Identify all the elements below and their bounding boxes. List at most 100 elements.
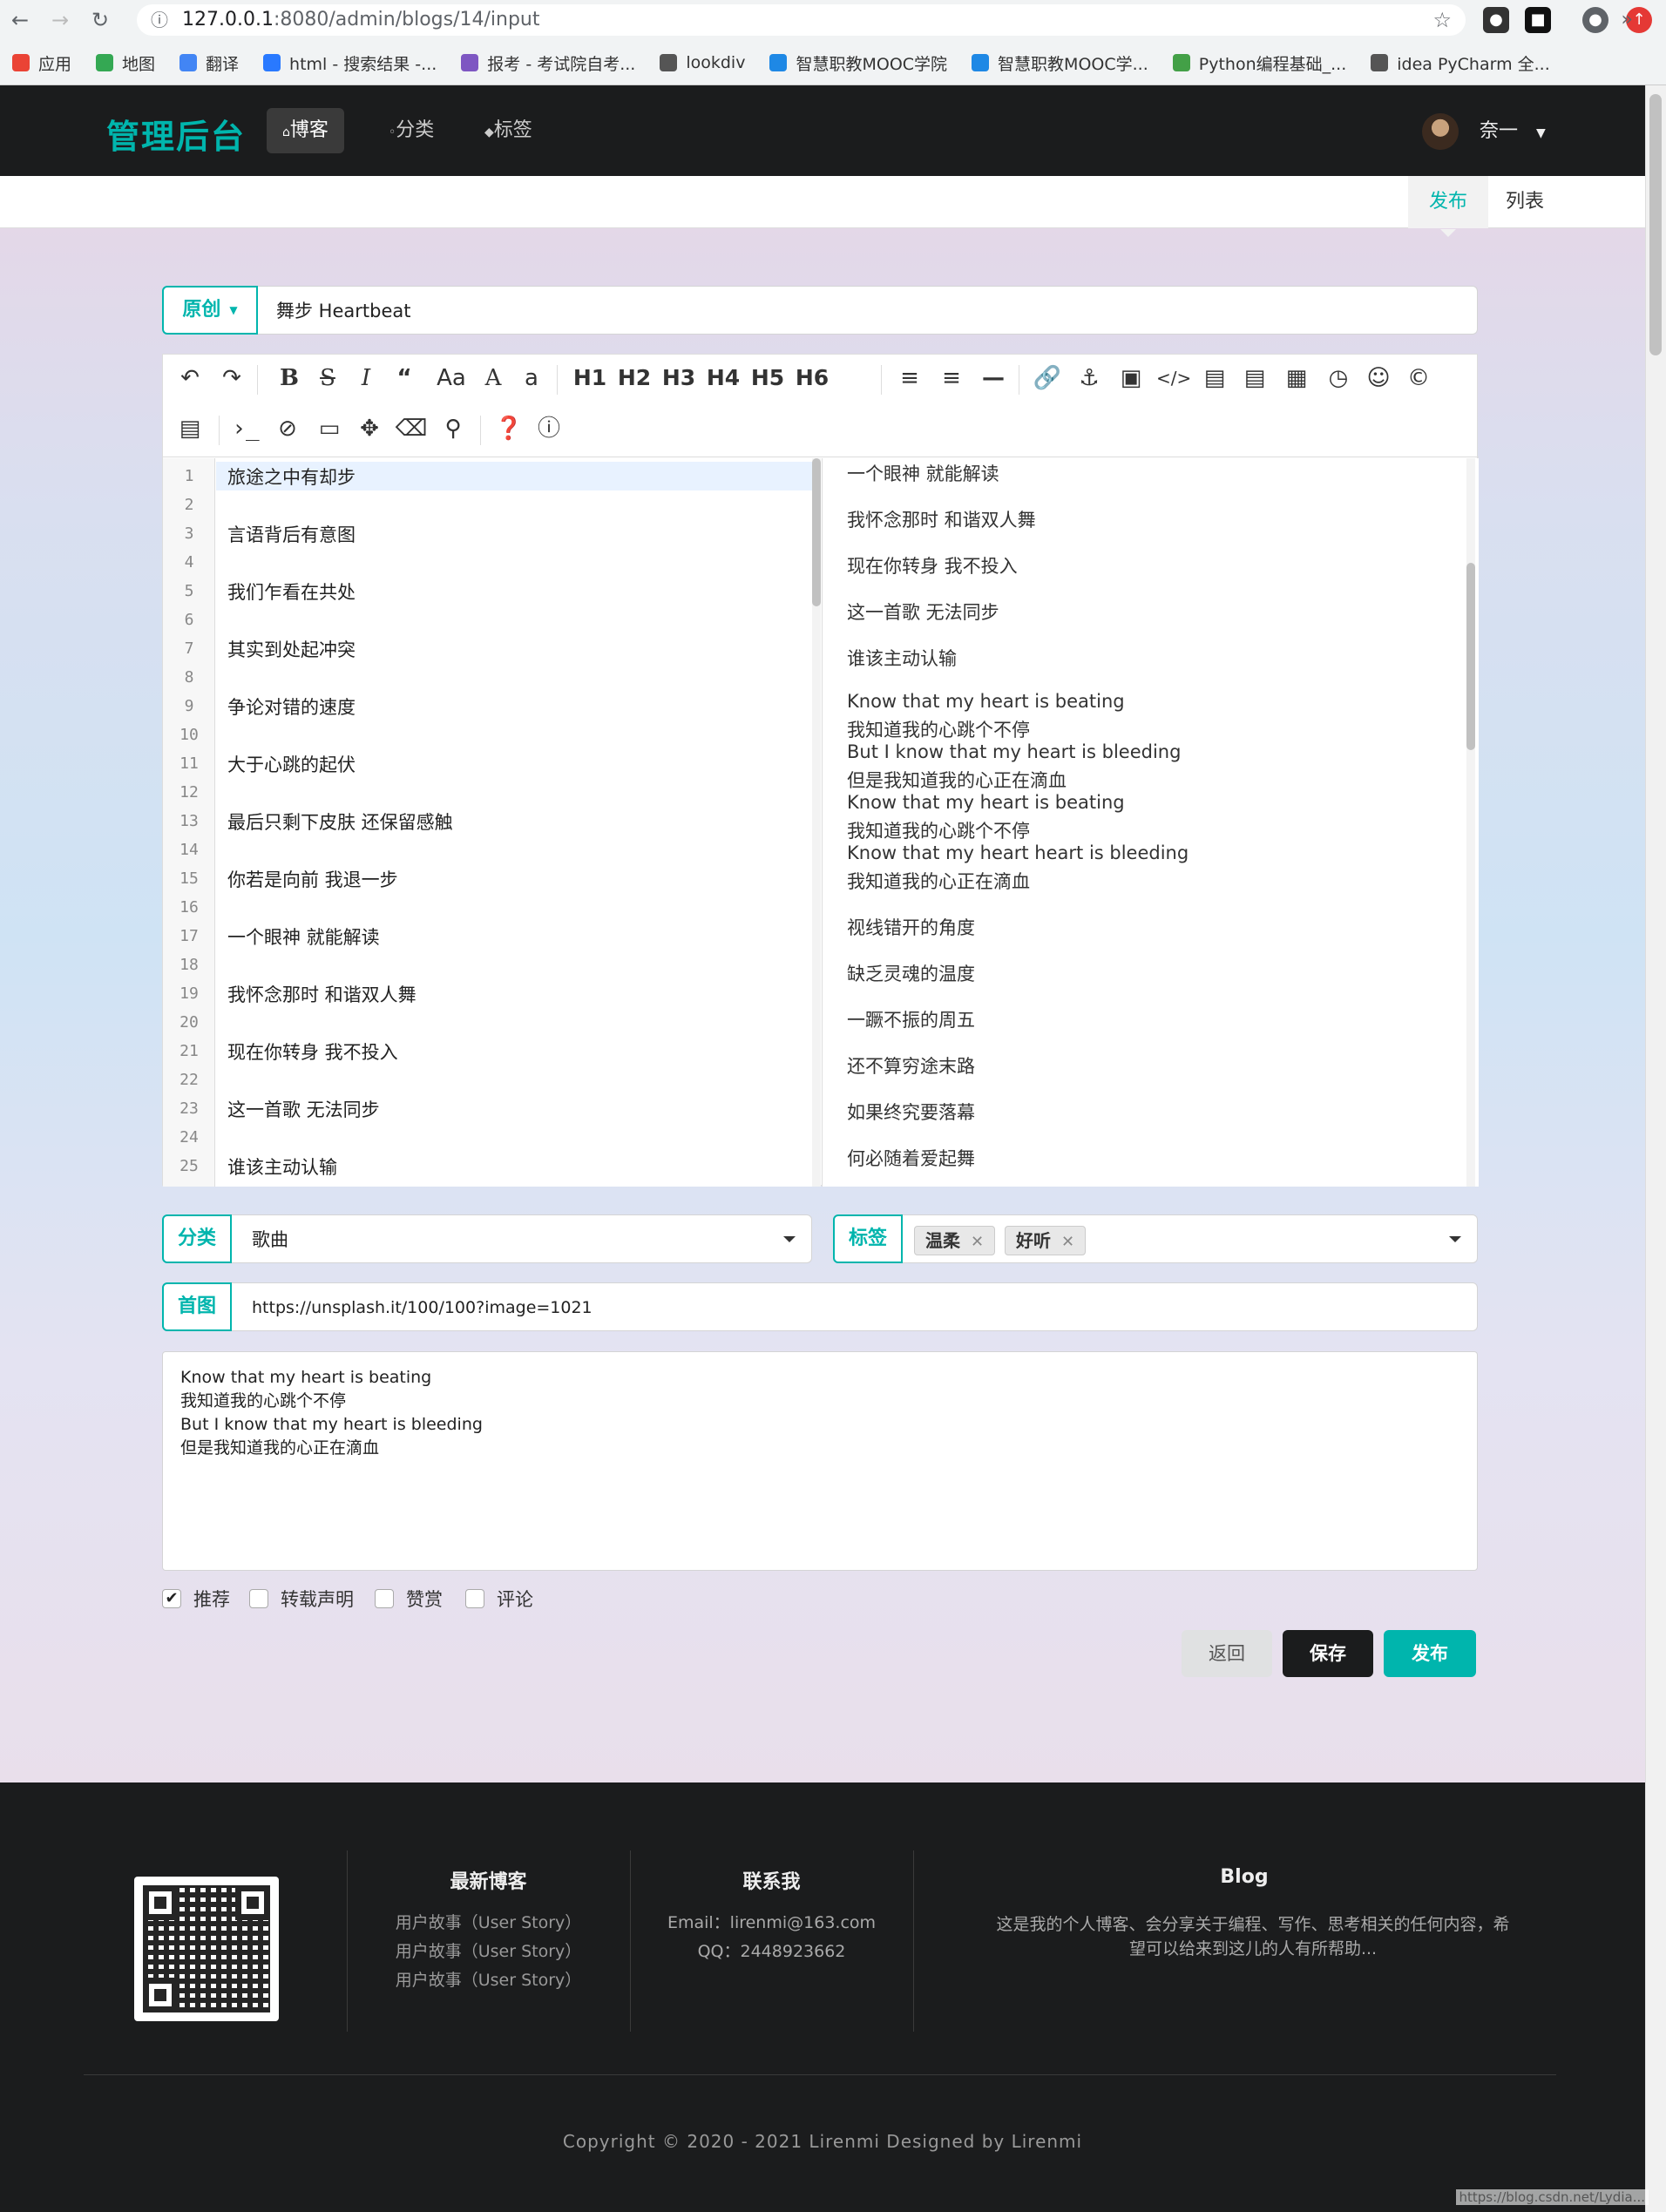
- remove-tag-icon[interactable]: ✕: [1061, 1233, 1074, 1251]
- nav-tags[interactable]: ◆标签: [469, 108, 548, 153]
- tab-list[interactable]: 列表: [1485, 176, 1565, 228]
- strikethrough-icon[interactable]: S: [311, 362, 344, 395]
- code-scroll-thumb[interactable]: [812, 458, 821, 606]
- heading-1-button[interactable]: H1: [571, 362, 609, 395]
- page-scrollbar[interactable]: [1645, 85, 1666, 2212]
- profile-icon[interactable]: ●: [1582, 7, 1608, 33]
- redo-icon[interactable]: ↷: [215, 362, 248, 395]
- bookmark-item[interactable]: 翻译: [179, 51, 239, 75]
- comment-checkbox[interactable]: 评论: [465, 1586, 533, 1612]
- undo-icon[interactable]: ↶: [173, 362, 207, 395]
- heading-3-button[interactable]: H3: [660, 362, 698, 395]
- evernote-extension-icon[interactable]: ●: [1483, 7, 1509, 33]
- bookmarks-overflow-icon[interactable]: »: [1622, 9, 1633, 30]
- preview-line: Know that my heart heart is bleeding: [847, 842, 1189, 863]
- heading-4-button[interactable]: H4: [704, 362, 742, 395]
- title-input[interactable]: 舞步 Heartbeat: [276, 287, 410, 335]
- tag-chip[interactable]: 温柔 ✕: [914, 1226, 996, 1255]
- quote-icon[interactable]: “: [388, 362, 421, 395]
- info-icon[interactable]: ⓘ: [532, 412, 565, 445]
- appreciate-checkbox[interactable]: 赞赏: [375, 1586, 443, 1612]
- line-number: 6: [184, 611, 194, 629]
- type-dropdown[interactable]: 原创 ▼: [162, 286, 258, 335]
- bookmark-star-icon[interactable]: ☆: [1432, 4, 1452, 36]
- recommend-checkbox[interactable]: ✔ 推荐: [162, 1586, 230, 1612]
- uppercase-icon[interactable]: Aa: [430, 362, 473, 395]
- code-preformatted-icon[interactable]: ▤: [1238, 362, 1271, 395]
- lowercase-icon[interactable]: a: [515, 362, 548, 395]
- bookmark-item[interactable]: 应用: [12, 51, 71, 75]
- code-pane[interactable]: 1 2 3 4 5 6 7 8 9 10 11 12 13 14 15 16 17 18 19 20 21 22 23 24 2…: [163, 458, 821, 1187]
- nav-blog[interactable]: ⌂博客: [267, 108, 344, 153]
- code-icon[interactable]: </>: [1156, 362, 1191, 395]
- save-button[interactable]: 保存: [1283, 1630, 1373, 1677]
- back-button[interactable]: 返回: [1182, 1630, 1272, 1677]
- anchor-icon[interactable]: ⚓: [1073, 362, 1106, 395]
- top-navbar: 管理后台 ⌂博客 ◦分类 ◆标签 奈一 ▼: [0, 85, 1645, 176]
- heading-6-button[interactable]: H6: [793, 362, 831, 395]
- clear-icon[interactable]: ⌫: [395, 412, 428, 445]
- forward-arrow-icon[interactable]: →: [47, 7, 73, 33]
- bookmark-item[interactable]: 报考 - 考试院自考...: [461, 51, 635, 75]
- horizontal-rule-icon[interactable]: —: [977, 362, 1010, 395]
- checkbox-label: 评论: [497, 1589, 533, 1610]
- html-entities-icon[interactable]: ©: [1402, 362, 1435, 395]
- tag-icon: ◆: [484, 125, 494, 139]
- description-textarea[interactable]: Know that my heart is beating 我知道我的心跳个不停…: [162, 1351, 1478, 1571]
- nav-category[interactable]: ◦分类: [373, 108, 450, 153]
- bookmark-item[interactable]: Python编程基础_...: [1172, 51, 1346, 75]
- cover-url-input[interactable]: https://unsplash.it/100/100?image=1021: [252, 1283, 593, 1332]
- pagebreak-icon[interactable]: ▤: [173, 412, 207, 445]
- bookmark-item[interactable]: 智慧职教MOOC学...: [972, 51, 1148, 75]
- bold-icon[interactable]: B: [273, 362, 306, 395]
- extension-icon[interactable]: ■: [1525, 7, 1551, 33]
- goto-line-icon[interactable]: ›_: [229, 412, 262, 445]
- brand-logo[interactable]: 管理后台: [106, 110, 246, 158]
- help-icon[interactable]: ❓: [492, 412, 525, 445]
- user-menu[interactable]: 奈一 ▼: [1480, 115, 1546, 143]
- line-gutter: 1 2 3 4 5 6 7 8 9 10 11 12 13 14 15 16 17 18 19 20 21 22 23 24 2…: [163, 458, 215, 1187]
- back-arrow-icon[interactable]: ←: [7, 7, 33, 33]
- heading-2-button[interactable]: H2: [615, 362, 654, 395]
- unordered-list-icon[interactable]: ≡: [893, 362, 926, 395]
- code-line: 我怀念那时 和谐双人舞: [227, 984, 416, 1005]
- avatar[interactable]: [1422, 113, 1459, 150]
- clock-icon[interactable]: ◷: [1322, 362, 1355, 395]
- category-field[interactable]: 分类 歌曲: [162, 1214, 812, 1263]
- tags-label: 标签: [833, 1214, 903, 1263]
- code-block-icon[interactable]: ▤: [1198, 362, 1231, 395]
- heading-5-button[interactable]: H5: [748, 362, 787, 395]
- preview-scroll-thumb[interactable]: [1466, 563, 1475, 750]
- image-icon[interactable]: ▣: [1114, 362, 1148, 395]
- repost-statement-checkbox[interactable]: 转载声明: [249, 1586, 354, 1612]
- italic-icon[interactable]: I: [349, 362, 383, 395]
- publish-button[interactable]: 发布: [1384, 1630, 1476, 1677]
- remove-tag-icon[interactable]: ✕: [971, 1233, 984, 1251]
- font-size-up-icon[interactable]: A: [477, 362, 510, 395]
- bookmark-item[interactable]: lookdiv: [660, 53, 745, 72]
- code-line: 谁该主动认输: [227, 1157, 337, 1178]
- address-bar[interactable]: ⓘ 127.0.0.1:8080/admin/blogs/14/input ☆: [137, 4, 1466, 36]
- preview-icon[interactable]: ▭: [313, 412, 346, 445]
- bookmark-item[interactable]: 地图: [96, 51, 155, 75]
- footer-latest-link[interactable]: 用户故事（User Story）: [347, 1967, 630, 1991]
- info-icon[interactable]: ⓘ: [151, 4, 168, 36]
- page-scroll-thumb[interactable]: [1649, 94, 1662, 355]
- tab-publish[interactable]: 发布: [1408, 176, 1489, 237]
- bookmark-item[interactable]: html - 搜索结果 -...: [263, 51, 437, 75]
- watch-icon[interactable]: ⊘: [271, 412, 304, 445]
- bookmark-item[interactable]: 智慧职教MOOC学院: [769, 51, 947, 75]
- emoji-icon[interactable]: ☺: [1362, 362, 1395, 395]
- reload-icon[interactable]: ↻: [87, 7, 113, 33]
- footer-latest-link[interactable]: 用户故事（User Story）: [347, 1938, 630, 1962]
- search-icon[interactable]: ⚲: [437, 412, 470, 445]
- table-icon[interactable]: ▦: [1280, 362, 1313, 395]
- tags-field[interactable]: 标签 温柔 ✕ 好听 ✕: [833, 1214, 1478, 1263]
- nav-category-label: 分类: [396, 119, 435, 141]
- ordered-list-icon[interactable]: ≡: [935, 362, 968, 395]
- bookmark-item[interactable]: idea PyCharm 全...: [1371, 51, 1550, 75]
- tag-chip[interactable]: 好听 ✕: [1005, 1226, 1087, 1255]
- footer-latest-link[interactable]: 用户故事（User Story）: [347, 1910, 630, 1933]
- fullscreen-icon[interactable]: ✥: [353, 412, 386, 445]
- link-icon[interactable]: 🔗: [1031, 362, 1064, 395]
